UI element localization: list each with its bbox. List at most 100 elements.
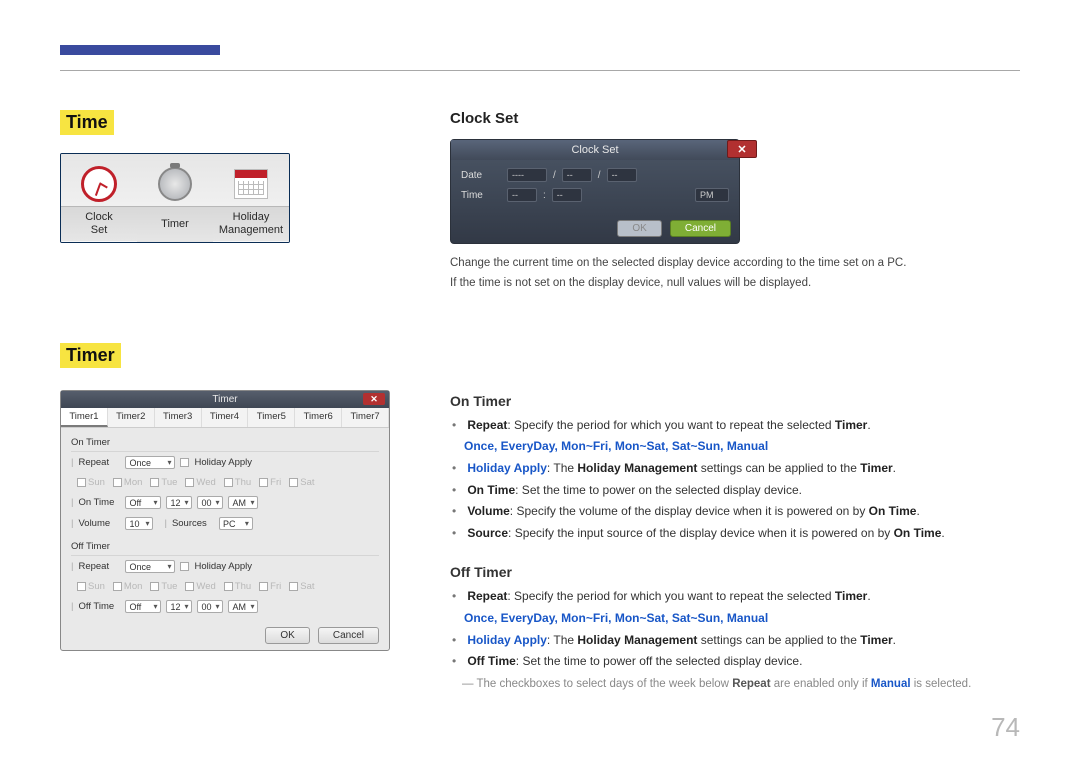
term: Holiday Management xyxy=(577,461,697,475)
day-checkbox[interactable] xyxy=(224,582,233,591)
term: Repeat xyxy=(467,418,507,432)
text: : The xyxy=(547,461,577,475)
day-checkbox[interactable] xyxy=(185,478,194,487)
term: On Time xyxy=(869,504,917,518)
section-heading-timer: Timer xyxy=(60,343,121,368)
day-checkbox[interactable] xyxy=(150,582,159,591)
page-number: 74 xyxy=(991,712,1020,743)
day-checkbox[interactable] xyxy=(289,478,298,487)
date-year-stepper[interactable]: ---- xyxy=(507,168,547,182)
volume-select[interactable]: 10 xyxy=(125,517,153,530)
clock-set-desc1: Change the current time on the selected … xyxy=(450,254,1020,272)
day-checkbox[interactable] xyxy=(77,478,86,487)
date-month-stepper[interactable]: -- xyxy=(562,168,592,182)
time-item-holiday[interactable]: Holiday Management xyxy=(213,158,289,242)
repeat-select[interactable]: Once xyxy=(125,560,175,573)
repeat-label: Repeat xyxy=(78,457,120,468)
date-day-stepper[interactable]: -- xyxy=(607,168,637,182)
header-accent-bar xyxy=(60,45,220,55)
heading-on-timer: On Timer xyxy=(450,393,1020,409)
day-label: Sun xyxy=(88,581,105,592)
repeat-options: Once, EveryDay, Mon~Fri, Mon~Sat, Sat~Su… xyxy=(464,439,768,453)
on-time-onoff-select[interactable]: Off xyxy=(125,496,161,509)
ok-button[interactable]: OK xyxy=(617,220,661,237)
tab-timer1[interactable]: Timer1 xyxy=(61,408,108,427)
header-rule xyxy=(60,70,1020,71)
text: : Specify the period for which you want … xyxy=(507,589,835,603)
on-time-ampm-select[interactable]: AM xyxy=(228,496,258,509)
dialog-title-text: Timer xyxy=(212,394,237,405)
tab-timer2[interactable]: Timer2 xyxy=(108,408,155,427)
on-time-hh-select[interactable]: 12 xyxy=(166,496,192,509)
text: : Specify the input source of the displa… xyxy=(508,526,894,540)
group-off-timer: Off Timer xyxy=(71,538,379,556)
holiday-apply-checkbox[interactable] xyxy=(180,562,189,571)
term: Source xyxy=(467,526,508,540)
term: On Time xyxy=(894,526,942,540)
text: settings can be applied to the xyxy=(697,461,860,475)
holiday-apply-checkbox[interactable] xyxy=(180,458,189,467)
tab-timer3[interactable]: Timer3 xyxy=(155,408,202,427)
day-checkbox[interactable] xyxy=(150,478,159,487)
day-checkbox[interactable] xyxy=(77,582,86,591)
off-time-ampm-select[interactable]: AM xyxy=(228,600,258,613)
off-time-mm-select[interactable]: 00 xyxy=(197,600,223,613)
tab-timer5[interactable]: Timer5 xyxy=(248,408,295,427)
close-icon[interactable]: ✕ xyxy=(363,393,385,405)
section-heading-time: Time xyxy=(60,110,114,135)
day-checkbox[interactable] xyxy=(224,478,233,487)
day-label: Mon xyxy=(124,477,142,488)
clock-set-desc2: If the time is not set on the display de… xyxy=(450,274,1020,292)
cancel-button[interactable]: Cancel xyxy=(318,627,379,644)
text: . xyxy=(941,526,944,540)
time-item-timer[interactable]: Timer xyxy=(137,158,213,242)
repeat-select[interactable]: Once xyxy=(125,456,175,469)
text: settings can be applied to the xyxy=(697,633,860,647)
ok-button[interactable]: OK xyxy=(265,627,309,644)
sources-select[interactable]: PC xyxy=(219,517,253,530)
time-hh-stepper[interactable]: -- xyxy=(507,188,537,202)
text: ― The checkboxes to select days of the w… xyxy=(462,678,732,690)
on-time-mm-select[interactable]: 00 xyxy=(197,496,223,509)
sources-label: Sources xyxy=(172,518,214,529)
dialog-title: Clock Set ✕ xyxy=(451,140,739,160)
day-label: Wed xyxy=(196,477,215,488)
time-mm-stepper[interactable]: -- xyxy=(552,188,582,202)
days-row: Sun Mon Tue Wed Thu Fri Sat xyxy=(71,577,379,596)
time-item-label: Holiday Management xyxy=(213,206,289,241)
group-on-timer: On Timer xyxy=(71,434,379,452)
tab-timer7[interactable]: Timer7 xyxy=(342,408,389,427)
day-checkbox[interactable] xyxy=(113,582,122,591)
day-checkbox[interactable] xyxy=(113,478,122,487)
term: Timer xyxy=(860,633,892,647)
separator: / xyxy=(598,170,601,181)
time-item-label: Clock Set xyxy=(61,206,137,241)
repeat-options: Once, EveryDay, Mon~Fri, Mon~Sat, Sat~Su… xyxy=(464,611,768,625)
note-off-time: Off Time: Set the time to power off the … xyxy=(464,651,1020,673)
time-item-clock-set[interactable]: Clock Set xyxy=(61,158,137,242)
heading-off-timer: Off Timer xyxy=(450,564,1020,580)
note-volume: Volume: Specify the volume of the displa… xyxy=(464,501,1020,523)
term: Timer xyxy=(835,418,867,432)
tab-timer6[interactable]: Timer6 xyxy=(295,408,342,427)
term: Holiday Apply xyxy=(467,633,547,647)
day-label: Tue xyxy=(161,581,177,592)
time-ampm-stepper[interactable]: PM xyxy=(695,188,729,202)
close-icon[interactable]: ✕ xyxy=(727,140,757,158)
cancel-button[interactable]: Cancel xyxy=(670,220,731,237)
day-label: Sat xyxy=(300,477,314,488)
holiday-apply-label: Holiday Apply xyxy=(194,561,252,572)
tab-timer4[interactable]: Timer4 xyxy=(202,408,249,427)
day-checkbox[interactable] xyxy=(259,478,268,487)
day-label: Thu xyxy=(235,477,251,488)
term: Timer xyxy=(860,461,892,475)
stopwatch-icon xyxy=(158,167,192,201)
off-time-hh-select[interactable]: 12 xyxy=(166,600,192,613)
day-checkbox[interactable] xyxy=(185,582,194,591)
text: . xyxy=(893,633,896,647)
term: Repeat xyxy=(467,589,507,603)
off-time-onoff-select[interactable]: Off xyxy=(125,600,161,613)
text: are enabled only if xyxy=(771,678,871,690)
day-checkbox[interactable] xyxy=(289,582,298,591)
day-checkbox[interactable] xyxy=(259,582,268,591)
